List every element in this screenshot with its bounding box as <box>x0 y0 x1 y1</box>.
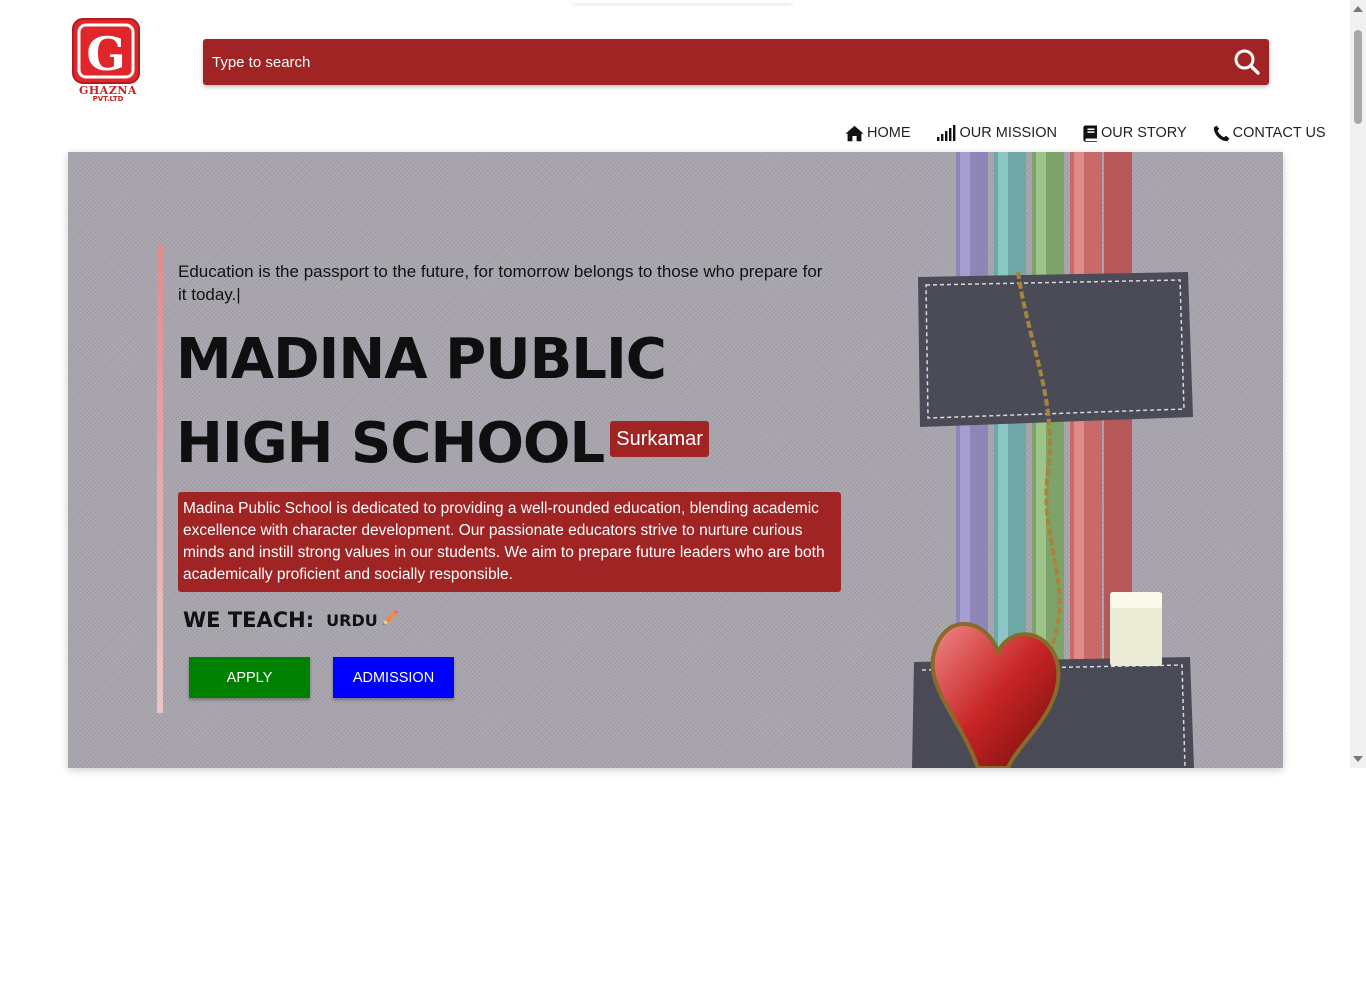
nav-home[interactable]: HOME <box>845 125 911 142</box>
we-teach-row: WE TEACH: URDU <box>183 608 400 632</box>
svg-text:G: G <box>86 27 125 81</box>
logo-sub-text: PVT.LTD <box>92 95 124 103</box>
main-nav: HOME OUR MISSION OUR STORY CONTACT US <box>845 122 1326 144</box>
search-input[interactable] <box>203 39 1213 85</box>
apply-button[interactable]: APPLY <box>189 657 310 698</box>
nav-contact-us[interactable]: CONTACT US <box>1213 125 1326 142</box>
nav-home-label: HOME <box>867 125 911 141</box>
school-title-text: MADINA PUBLIC HIGH SCHOOL <box>176 327 667 476</box>
hero-section: Education is the passport to the future,… <box>68 152 1283 768</box>
top-popup-edge <box>572 0 792 3</box>
scrollbar-thumb[interactable] <box>1354 30 1362 124</box>
page-scrollbar[interactable] <box>1350 0 1366 768</box>
search-icon[interactable] <box>1233 48 1261 76</box>
denim-pocket-illustration <box>912 152 1194 768</box>
phone-icon <box>1213 125 1230 141</box>
logo-mark-icon: G <box>72 18 147 84</box>
nav-contact-us-label: CONTACT US <box>1232 125 1326 141</box>
nav-our-story-label: OUR STORY <box>1100 125 1187 141</box>
home-icon <box>845 125 864 141</box>
pencil-icon <box>380 608 400 632</box>
location-badge: Surkamar <box>610 420 709 457</box>
nav-our-mission[interactable]: OUR MISSION <box>936 125 1057 141</box>
nav-our-story[interactable]: OUR STORY <box>1083 125 1187 142</box>
we-teach-label: WE TEACH: <box>183 608 315 632</box>
scroll-up-arrow-icon[interactable] <box>1353 6 1363 12</box>
signal-bars-icon <box>936 125 955 141</box>
scroll-down-arrow-icon[interactable] <box>1353 756 1363 762</box>
teach-subject: URDU <box>326 610 378 630</box>
search-bar <box>203 39 1269 85</box>
quote-accent-bar <box>157 245 163 713</box>
school-title: MADINA PUBLIC HIGH SCHOOL Surkamar <box>176 318 836 486</box>
admission-button[interactable]: ADMISSION <box>333 657 454 698</box>
ghazna-logo[interactable]: G GHAZNA PVT.LTD <box>72 18 148 106</box>
nav-our-mission-label: OUR MISSION <box>959 125 1057 141</box>
hero-quote: Education is the passport to the future,… <box>178 262 823 304</box>
school-description: Madina Public School is dedicated to pro… <box>178 492 841 592</box>
book-icon <box>1083 125 1097 142</box>
